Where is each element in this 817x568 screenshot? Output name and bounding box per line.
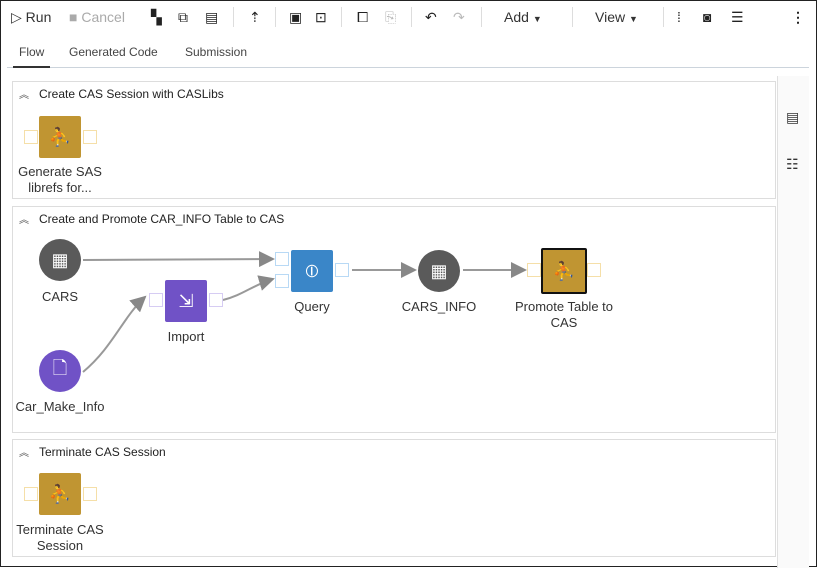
sas-code-icon: ⛹	[48, 483, 72, 504]
redo-icon[interactable]: ↷	[453, 9, 465, 26]
save-as-icon[interactable]: ⊡	[315, 9, 327, 26]
output-port[interactable]	[587, 263, 601, 277]
tab-submission[interactable]: Submission	[185, 45, 247, 59]
node-query[interactable]: ⦶	[291, 250, 333, 292]
node-promote-table[interactable]: ⛹	[541, 248, 587, 294]
sas-code-icon: ⛹	[552, 260, 576, 281]
cancel-button[interactable]: ■ Cancel	[69, 9, 125, 25]
run-from-node-icon[interactable]: ▚	[151, 9, 162, 26]
arrange-icon[interactable]: ⁞	[677, 9, 681, 25]
node-label: Terminate CAS Session	[16, 522, 104, 553]
view-menu-button[interactable]: View ▼	[595, 9, 638, 25]
run-to-node-icon[interactable]: ▤	[205, 9, 218, 26]
input-port[interactable]	[24, 487, 38, 501]
upload-icon[interactable]: ⇡	[249, 9, 261, 26]
node-label: Query	[294, 299, 330, 314]
right-panel: ▤ ☷	[777, 76, 809, 568]
window: ▷ Run ■ Cancel ▚ ⧉ ▤ ⇡ ▣ ⊡ ⧠ ⎘ ↶ ↷ Add ▼…	[0, 0, 817, 568]
undo-icon[interactable]: ↶	[425, 9, 437, 26]
input-port[interactable]	[275, 252, 289, 266]
add-menu-button[interactable]: Add ▼	[504, 9, 542, 25]
node-terminate-cas-session[interactable]: ⛹	[39, 473, 81, 515]
caret-down-icon: ▼	[532, 14, 542, 24]
input-port[interactable]	[149, 293, 163, 307]
node-label: Promote Table to CAS	[514, 299, 614, 330]
tab-flow[interactable]: Flow	[13, 45, 51, 68]
run-node-icon[interactable]: ⧉	[178, 9, 188, 26]
copy-icon[interactable]: ⧠	[357, 9, 368, 26]
node-cars-info-table[interactable]: ▦	[418, 250, 460, 292]
sas-code-icon: ⛹	[48, 126, 72, 147]
swimlane-title: Terminate CAS Session	[39, 445, 166, 459]
import-icon: ⇲	[178, 290, 194, 311]
table-icon: ▦	[430, 260, 448, 281]
input-port[interactable]	[24, 130, 38, 144]
node-label: CARS	[41, 289, 79, 304]
node-car-make-info-file[interactable]: 🗋	[39, 350, 81, 392]
swimlane-title: Create CAS Session with CASLibs	[39, 87, 224, 101]
paste-icon[interactable]: ⎘	[385, 9, 396, 26]
output-port[interactable]	[83, 130, 97, 144]
swimlane-terminate-cas: ︽ Terminate CAS Session ⛹ Terminate CAS S…	[12, 439, 776, 557]
input-port[interactable]	[527, 263, 541, 277]
collapse-icon[interactable]: ︽	[19, 448, 29, 459]
caret-down-icon: ▼	[628, 14, 638, 24]
node-label: CARS_INFO	[401, 299, 477, 314]
swimlane-create-cas-session: ︽ Create CAS Session with CASLibs ⛹ Gener…	[12, 81, 776, 199]
more-options-icon[interactable]: ⋮	[791, 9, 805, 26]
play-icon: ▷	[11, 9, 22, 25]
tab-generated-code[interactable]: Generated Code	[69, 45, 158, 59]
node-label: Import	[167, 329, 205, 344]
layout-icon[interactable]: ☰	[731, 9, 744, 26]
tab-bar: Flow Generated Code Submission	[7, 45, 809, 68]
node-label: Generate SAS librefs for...	[18, 164, 102, 195]
output-port[interactable]	[209, 293, 223, 307]
table-icon: ▦	[51, 249, 69, 270]
run-button[interactable]: ▷ Run	[11, 9, 51, 26]
edge	[222, 275, 275, 301]
edge	[82, 251, 275, 268]
node-import[interactable]: ⇲	[165, 280, 207, 322]
swimlane-create-promote: ︽ Create and Promote CAR_INFO Table to CA…	[12, 206, 776, 433]
save-icon[interactable]: ▣	[289, 9, 302, 26]
query-icon: ⦶	[305, 260, 319, 281]
flow-edges	[82, 251, 527, 373]
output-port[interactable]	[83, 487, 97, 501]
output-port[interactable]	[335, 263, 349, 277]
node-label: Car_Make_Info	[15, 399, 105, 414]
stop-icon: ■	[69, 9, 78, 25]
node-cars-table[interactable]: ▦	[39, 239, 81, 281]
panel-icon[interactable]: ◙	[703, 9, 711, 25]
node-generate-sas-librefs[interactable]: ⛹	[39, 116, 81, 158]
toolbar: ▷ Run ■ Cancel ▚ ⧉ ▤ ⇡ ▣ ⊡ ⧠ ⎘ ↶ ↷ Add ▼…	[11, 7, 806, 29]
properties-icon[interactable]: ▤	[786, 109, 799, 126]
input-port[interactable]	[275, 274, 289, 288]
collapse-icon[interactable]: ︽	[19, 90, 29, 101]
file-icon: 🗋	[52, 358, 68, 378]
details-icon[interactable]: ☷	[786, 156, 799, 173]
